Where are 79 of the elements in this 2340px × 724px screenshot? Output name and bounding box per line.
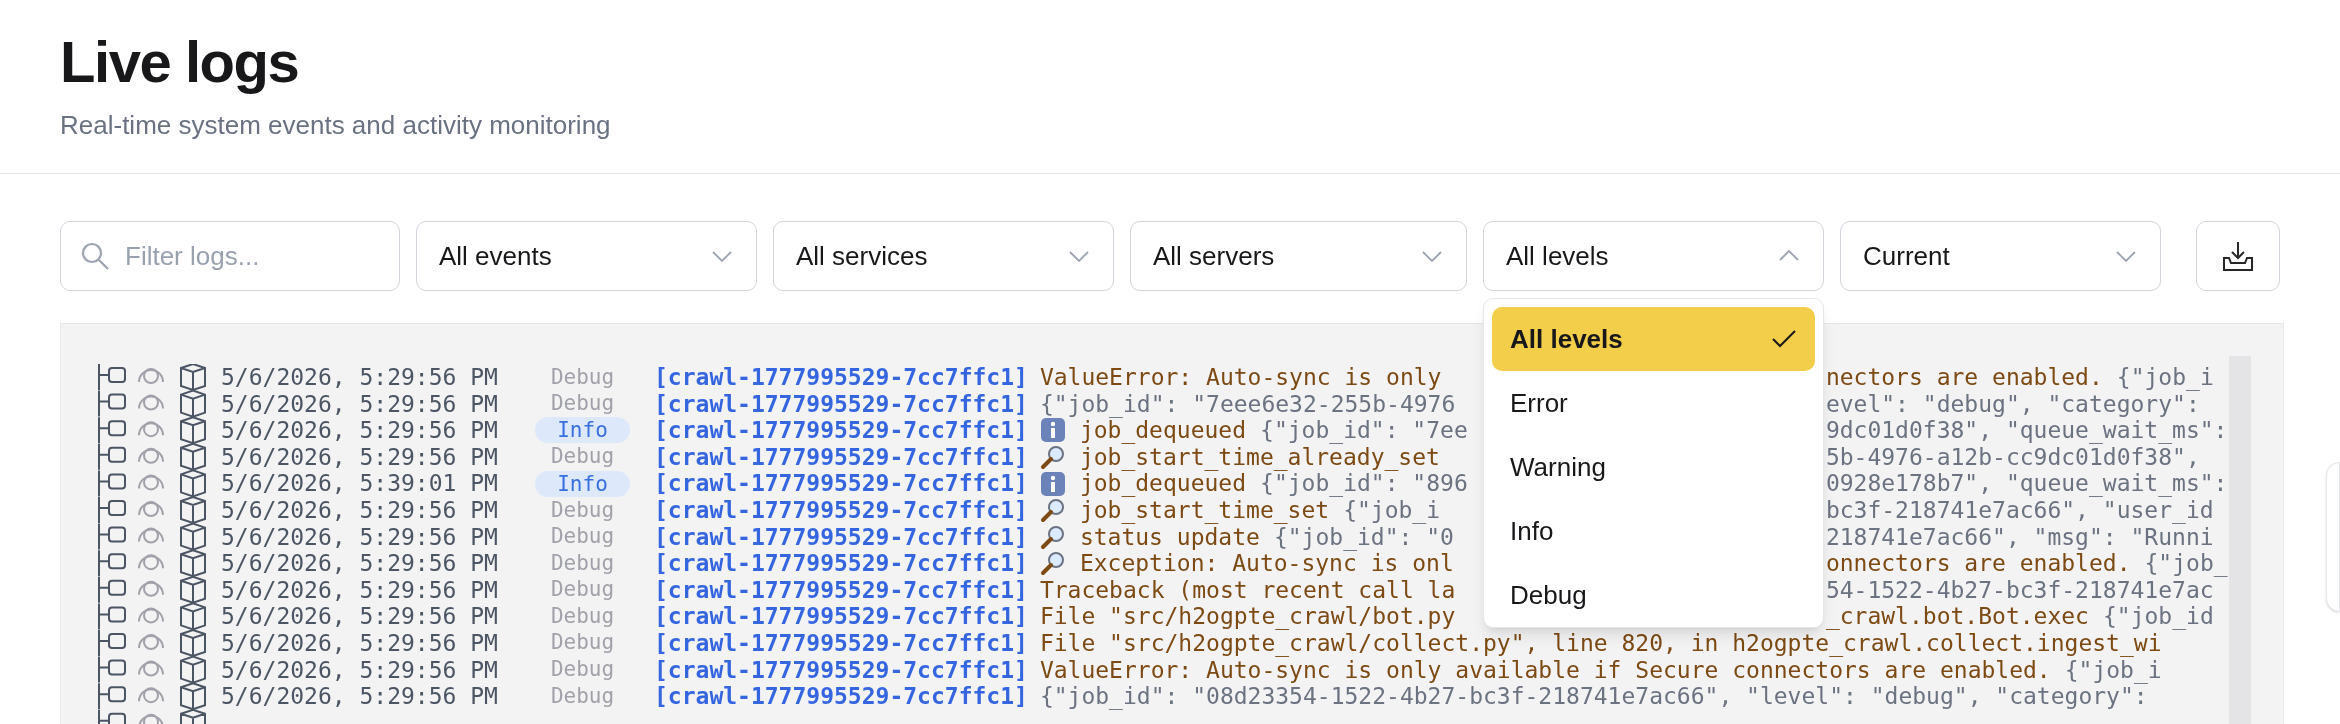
log-message: ValueError: Auto-sync is only available if Secure connectors are enabled. xyxy=(1039,656,2051,685)
magnifier-icon xyxy=(1039,497,1066,524)
level-label: Debug xyxy=(549,682,616,710)
log-source: [crawl-1777995529-7cc7ffc1] xyxy=(654,469,1028,499)
log-json: 54-1522-4b27-bc3f-218741e7ac xyxy=(1825,576,2214,605)
log-time: 5/6/2026, 5:29:56 PM xyxy=(221,496,499,525)
menu-item[interactable]: Error xyxy=(1492,371,1815,435)
magnifier-icon xyxy=(1039,523,1066,550)
log-json: {"job_id": "896 xyxy=(1260,470,1468,499)
menu-item[interactable]: Debug xyxy=(1492,563,1815,627)
menu-item[interactable]: Info xyxy=(1492,499,1815,563)
level-badge: Info xyxy=(535,417,630,444)
log-json: 9dc01d0f38", "queue_wait_ms": xyxy=(1825,417,2228,446)
magnifier-icon xyxy=(1039,550,1066,577)
check-icon xyxy=(1771,329,1797,349)
level-label: Debug xyxy=(549,443,616,471)
page-subtitle: Real-time system events and activity monitoring xyxy=(60,109,612,142)
log-time: 5/6/2026, 5:29:56 PM xyxy=(221,655,499,685)
level-label: Debug xyxy=(549,602,616,630)
log-message: job_dequeued xyxy=(1079,417,1247,446)
log-message: Traceback (most recent call la xyxy=(1039,576,1456,605)
log-json: 5b-4976-a12b-cc9dc01d0f38", xyxy=(1825,443,2200,472)
select-dropdown[interactable]: All events xyxy=(416,221,757,291)
log-time: 5/6/2026, 5:39:01 PM xyxy=(221,469,499,499)
level-label: Debug xyxy=(549,656,616,684)
log-message: ValueError: Auto-sync is only xyxy=(1039,364,1442,393)
log-json: {"job_ xyxy=(2144,549,2228,579)
level-label: Debug xyxy=(549,496,616,524)
log-time: 5/6/2026, 5:29:56 PM xyxy=(221,682,499,712)
log-json: 218741e7ac66", "msg": "Runni xyxy=(1825,523,2214,552)
download-icon xyxy=(2221,240,2255,272)
select-dropdown[interactable]: All services xyxy=(773,221,1114,291)
log-json: {"job_i xyxy=(2064,656,2162,686)
log-json: evel": "debug", "category": xyxy=(1825,390,2200,419)
download-button[interactable] xyxy=(2196,221,2280,291)
log-message: File "src/h2ogpte_crawl/collect.py", line 820, in h2ogpte_crawl.collect.ingest_wi xyxy=(1039,630,2162,659)
log-source: [crawl-1777995529-7cc7ffc1] xyxy=(654,496,1028,525)
search-icon xyxy=(80,241,110,271)
menu-item[interactable]: All levels xyxy=(1492,307,1815,371)
level-label: Debug xyxy=(549,576,616,604)
level-label: Debug xyxy=(549,523,616,551)
level-label: Debug xyxy=(549,364,616,391)
level-label: Debug xyxy=(549,629,616,657)
log-message: job_start_time_set xyxy=(1079,497,1330,526)
log-source: [crawl-1777995529-7cc7ffc1] xyxy=(654,629,1028,658)
page-title: Live logs xyxy=(60,28,300,96)
log-message: job_start_time_already_set xyxy=(1079,443,1440,473)
search-field[interactable]: Filter logs... xyxy=(60,221,400,291)
magnifier-icon xyxy=(1039,444,1066,471)
log-message: nectors are enabled. xyxy=(1825,364,2103,393)
level-label: Debug xyxy=(549,549,616,577)
log-source: [crawl-1777995529-7cc7ffc1] xyxy=(654,522,1028,552)
level-badge: Info xyxy=(535,470,630,497)
info-icon xyxy=(1039,417,1066,444)
log-message: File "src/h2ogpte_crawl/bot.py xyxy=(1039,602,1456,632)
log-message: status update xyxy=(1079,523,1260,552)
select-dropdown[interactable]: Current xyxy=(1840,221,2161,291)
log-time: 5/6/2026, 5:29:56 PM xyxy=(221,629,499,658)
log-message: onnectors are enabled. xyxy=(1825,550,2131,579)
select-dropdown[interactable]: All levels xyxy=(1483,221,1824,291)
select-dropdown[interactable]: All servers xyxy=(1130,221,1467,291)
log-json: {"job_id": "08d23354-1522-4b27-bc3f-218741e7ac66", "level": "debug", "category": xyxy=(1039,683,2148,712)
log-source: [crawl-1777995529-7cc7ffc1] xyxy=(654,682,1028,712)
log-source: [crawl-1777995529-7cc7ffc1] xyxy=(654,602,1028,632)
level-label: Debug xyxy=(549,390,616,418)
log-json: {"job_i xyxy=(2116,364,2214,393)
log-source: [crawl-1777995529-7cc7ffc1] xyxy=(654,655,1028,685)
log-message: Exception: Auto-sync is onl xyxy=(1079,550,1454,579)
log-json: {"job_id xyxy=(2103,602,2214,632)
log-time: 5/6/2026, 5:29:56 PM xyxy=(221,522,499,552)
log-json: 0928e178b7", "queue_wait_ms": xyxy=(1825,469,2228,499)
menu-item[interactable]: Warning xyxy=(1492,435,1815,499)
log-message: _crawl.bot.Bot.exec xyxy=(1825,602,2089,632)
log-json: bc3f-218741e7ac66", "user_id xyxy=(1825,497,2214,526)
log-json: {"job_id": "0 xyxy=(1273,523,1454,553)
log-message: job_dequeued xyxy=(1079,470,1247,499)
log-json: {"job_i xyxy=(1343,497,1441,526)
info-icon xyxy=(1039,470,1066,497)
log-time: 5/6/2026, 5:29:56 PM xyxy=(221,602,499,632)
